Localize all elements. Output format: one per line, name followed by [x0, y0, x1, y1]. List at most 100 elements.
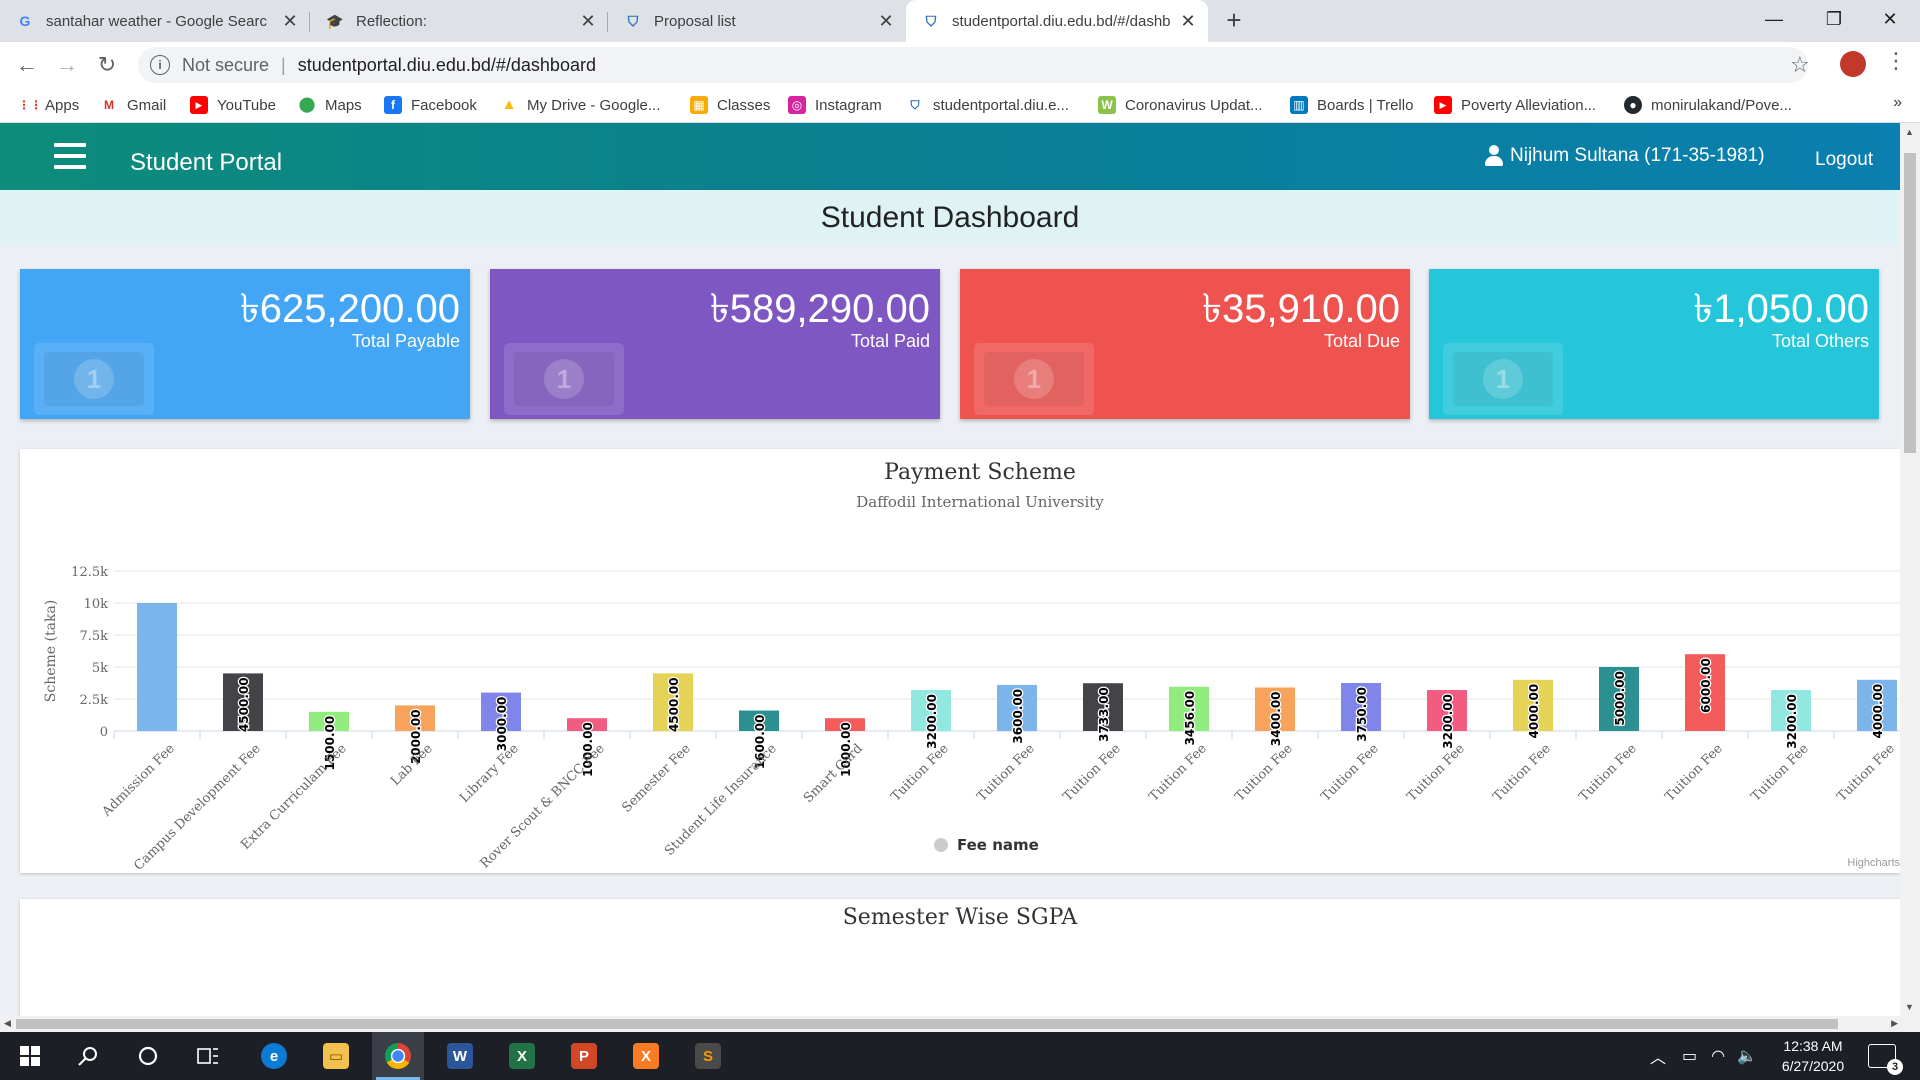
- y-tick-label: 2.5k: [79, 693, 108, 708]
- money-icon: 1: [34, 343, 154, 415]
- edge-icon[interactable]: e: [248, 1032, 300, 1080]
- brand-title[interactable]: Student Portal: [130, 149, 282, 177]
- chart-title: Payment Scheme: [884, 460, 1076, 485]
- x-category-label: Library Fee: [457, 741, 522, 806]
- app-header: Student Portal Nijhum Sultana (171-35-19…: [0, 123, 1900, 190]
- bar-data-label: 3600.00: [1011, 689, 1025, 744]
- wifi-icon[interactable]: ◠: [1711, 1046, 1725, 1066]
- taskbar-clock[interactable]: 12:38 AM 6/27/2020: [1768, 1036, 1858, 1076]
- stat-card-total-due: 1 ৳35,910.00 Total Due: [960, 269, 1410, 419]
- browser-tab[interactable]: 🎓 Reflection: ✕: [310, 0, 608, 42]
- chart-credit[interactable]: Highcharts: [1847, 857, 1900, 869]
- github-icon: ●: [1624, 96, 1642, 114]
- scroll-up-icon[interactable]: ▲: [1905, 127, 1914, 137]
- youtube-icon: ▶: [1434, 96, 1452, 114]
- x-category-label: Semester Fee: [619, 741, 694, 816]
- back-icon[interactable]: ←: [12, 50, 42, 80]
- forward-icon[interactable]: →: [52, 50, 82, 80]
- bookmark-item[interactable]: ▥ Boards | Trello: [1290, 92, 1413, 118]
- bookmark-item[interactable]: ⬤ Maps: [298, 92, 362, 118]
- reload-icon[interactable]: ↻: [92, 50, 122, 80]
- bookmarks-overflow-icon[interactable]: »: [1893, 94, 1902, 112]
- word-icon[interactable]: W: [434, 1032, 486, 1080]
- avatar[interactable]: [1840, 51, 1866, 77]
- task-view-icon[interactable]: [182, 1032, 234, 1080]
- bookmark-item[interactable]: ◎ Instagram: [788, 92, 882, 118]
- scroll-down-icon[interactable]: ▼: [1905, 1002, 1914, 1012]
- address-bar[interactable]: i Not secure | studentportal.diu.edu.bd/…: [138, 47, 1808, 83]
- close-window-icon[interactable]: ✕: [1862, 0, 1918, 38]
- cortana-icon[interactable]: [122, 1032, 174, 1080]
- x-category-label: Tuition Fee: [1146, 741, 1210, 805]
- bookmark-item[interactable]: W Coronavirus Updat...: [1098, 92, 1263, 118]
- scroll-left-icon[interactable]: ◀: [4, 1018, 11, 1029]
- close-tab-icon[interactable]: ✕: [280, 11, 300, 32]
- excel-icon[interactable]: X: [496, 1032, 548, 1080]
- tab-title: santahar weather - Google Searc: [46, 12, 267, 30]
- chart-svg: Payment Scheme Daffodil International Uni…: [43, 460, 1900, 873]
- vertical-scrollbar[interactable]: ▲ ▼: [1900, 123, 1920, 1016]
- close-tab-icon[interactable]: ✕: [876, 11, 896, 32]
- file-explorer-icon[interactable]: ▭: [310, 1032, 362, 1080]
- bookmark-item[interactable]: ▦ Classes: [690, 92, 770, 118]
- tab-title: Reflection:: [356, 12, 427, 30]
- windows-start-icon[interactable]: [4, 1032, 56, 1080]
- bookmark-item[interactable]: ▶ YouTube: [190, 92, 276, 118]
- horizontal-scrollbar[interactable]: ◀ ▶: [0, 1016, 1920, 1032]
- clock-date: 6/27/2020: [1781, 1058, 1845, 1074]
- close-tab-icon[interactable]: ✕: [578, 11, 598, 32]
- action-center-icon[interactable]: 3: [1868, 1044, 1903, 1075]
- stat-label: Total Payable: [351, 331, 460, 351]
- classroom-icon: ▦: [690, 96, 708, 114]
- stat-card-total-payable: 1 ৳625,200.00 Total Payable: [20, 269, 470, 419]
- xampp-icon[interactable]: X: [620, 1032, 672, 1080]
- x-category-label: Tuition Fee: [1232, 741, 1296, 805]
- bookmark-item[interactable]: ⛉ studentportal.diu.e...: [906, 92, 1068, 118]
- menu-kebab-icon[interactable]: ⋮: [1885, 48, 1907, 74]
- sublime-text-icon[interactable]: S: [682, 1032, 734, 1080]
- chrome-icon[interactable]: [372, 1032, 424, 1080]
- hamburger-menu-icon[interactable]: [54, 143, 86, 169]
- bar-data-label: 4500.00: [667, 677, 681, 732]
- browser-tab-active[interactable]: ⛉ studentportal.diu.edu.bd/#/dashb ✕: [906, 0, 1208, 42]
- volume-icon[interactable]: 🔈: [1737, 1046, 1757, 1066]
- chevron-up-icon[interactable]: ︿: [1650, 1044, 1666, 1068]
- bookmark-item[interactable]: ▲ My Drive - Google...: [500, 92, 661, 118]
- close-tab-icon[interactable]: ✕: [1178, 11, 1198, 32]
- logout-link[interactable]: Logout: [1815, 149, 1873, 171]
- info-icon[interactable]: i: [150, 55, 170, 75]
- powerpoint-icon[interactable]: P: [558, 1032, 610, 1080]
- bookmark-star-icon[interactable]: ☆: [1790, 52, 1810, 78]
- url-text[interactable]: studentportal.diu.edu.bd/#/dashboard: [298, 55, 596, 76]
- semester-sgpa-panel: Semester Wise SGPA: [20, 899, 1900, 1016]
- apps-grid-icon: ⋮⋮: [18, 98, 42, 112]
- search-icon[interactable]: [62, 1032, 114, 1080]
- section-title: Semester Wise SGPA: [842, 905, 1078, 930]
- system-tray: ︿ ▭ ◠ 🔈: [1650, 1032, 1757, 1080]
- user-info[interactable]: Nijhum Sultana (171-35-1981): [1484, 145, 1765, 167]
- scroll-right-icon[interactable]: ▶: [1891, 1018, 1898, 1029]
- bookmark-item[interactable]: f Facebook: [384, 92, 477, 118]
- bar-data-label: 3456.00: [1183, 691, 1197, 746]
- page-title: Student Dashboard: [0, 190, 1900, 246]
- bar-data-label: 3000.00: [495, 697, 509, 752]
- browser-tab[interactable]: ⛉ Proposal list ✕: [608, 0, 906, 42]
- new-tab-button[interactable]: +: [1220, 6, 1248, 34]
- payment-scheme-chart: Payment Scheme Daffodil International Uni…: [20, 449, 1900, 873]
- scrollbar-thumb[interactable]: [16, 1019, 1838, 1029]
- money-icon: 1: [504, 343, 624, 415]
- battery-icon[interactable]: ▭: [1682, 1046, 1697, 1066]
- bookmark-item[interactable]: ▶ Poverty Alleviation...: [1434, 92, 1596, 118]
- x-category-label: Tuition Fee: [1576, 741, 1640, 805]
- x-category-label: Tuition Fee: [888, 741, 952, 805]
- stat-label: Total Due: [1323, 331, 1400, 351]
- browser-tab[interactable]: G santahar weather - Google Searc ✕: [0, 0, 310, 42]
- scrollbar-thumb[interactable]: [1904, 153, 1916, 453]
- bookmark-item[interactable]: ⋮⋮ Apps: [18, 92, 79, 118]
- bookmark-item[interactable]: ● monirulakand/Pove...: [1624, 92, 1792, 118]
- minimize-icon[interactable]: —: [1746, 0, 1802, 38]
- legend-symbol: [934, 838, 948, 852]
- restore-icon[interactable]: ❐: [1806, 0, 1862, 38]
- x-category-label: Tuition Fee: [1748, 741, 1812, 805]
- bookmark-item[interactable]: M Gmail: [100, 92, 166, 118]
